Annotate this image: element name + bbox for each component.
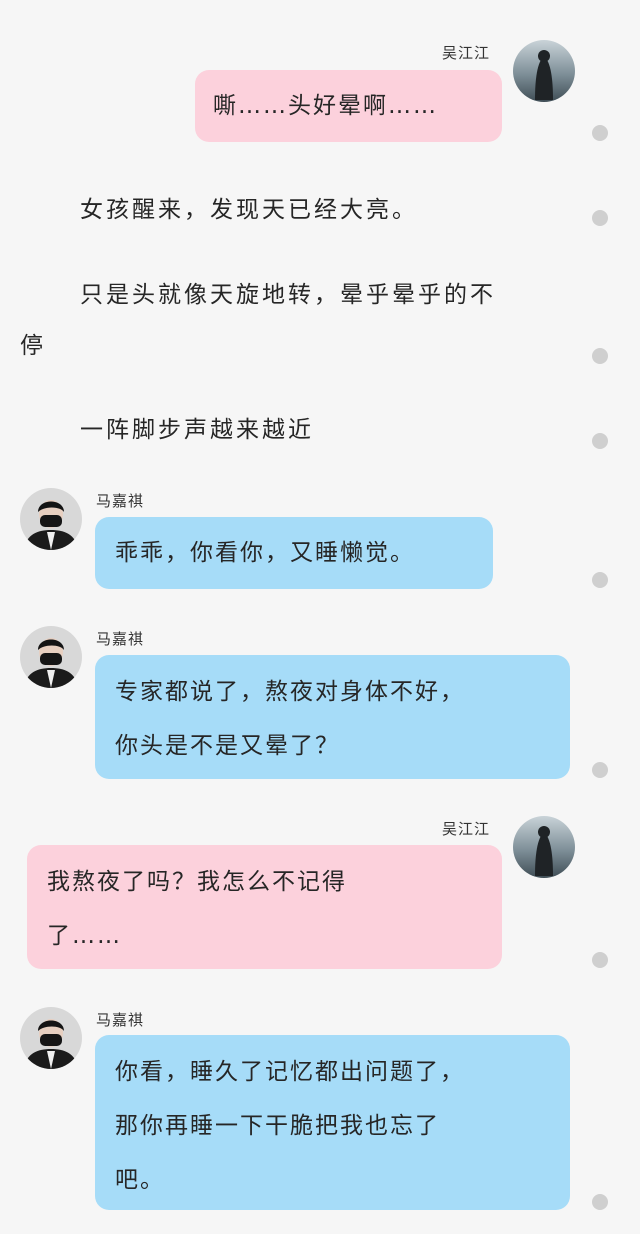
avatar[interactable] xyxy=(20,488,82,550)
message-text: 我熬夜了吗？我怎么不记得 xyxy=(47,869,347,895)
message-bubble[interactable]: 你看，睡久了记忆都出问题了， 那你再睡一下干脆把我也忘了 吧。 xyxy=(95,1035,570,1210)
scroll-marker xyxy=(592,762,608,778)
message-text: 嘶……头好晕啊…… xyxy=(213,93,438,119)
avatar[interactable] xyxy=(513,40,575,102)
message-bubble[interactable]: 专家都说了，熬夜对身体不好， 你头是不是又晕了？ xyxy=(95,655,570,779)
avatar[interactable] xyxy=(513,816,575,878)
scroll-marker xyxy=(592,1194,608,1210)
narration-text: 停 xyxy=(20,333,46,359)
sender-name: 马嘉祺 xyxy=(96,492,145,510)
message-text: 你看，睡久了记忆都出问题了， xyxy=(115,1059,465,1085)
message-bubble[interactable]: 乖乖，你看你，又睡懒觉。 xyxy=(95,517,493,589)
message-text: 了…… xyxy=(47,923,122,949)
message-text: 专家都说了，熬夜对身体不好， xyxy=(115,679,465,705)
narration-text: 女孩醒来，发现天已经大亮。 xyxy=(80,197,418,223)
message-text: 那你再睡一下干脆把我也忘了 xyxy=(115,1113,440,1139)
message-text: 乖乖，你看你，又睡懒觉。 xyxy=(115,540,415,566)
avatar[interactable] xyxy=(20,1007,82,1069)
scroll-marker xyxy=(592,433,608,449)
narration-text: 一阵脚步声越来越近 xyxy=(80,417,314,443)
sender-name: 马嘉祺 xyxy=(96,630,145,648)
sender-name: 吴江江 xyxy=(442,820,491,838)
sender-name: 吴江江 xyxy=(442,44,491,62)
narration-text: 只是头就像天旋地转，晕乎晕乎的不 xyxy=(80,282,496,308)
scroll-marker xyxy=(592,125,608,141)
scroll-marker xyxy=(592,952,608,968)
scroll-marker xyxy=(592,348,608,364)
scroll-marker xyxy=(592,210,608,226)
sender-name: 马嘉祺 xyxy=(96,1011,145,1029)
scroll-marker xyxy=(592,572,608,588)
avatar[interactable] xyxy=(20,626,82,688)
message-text: 你头是不是又晕了？ xyxy=(115,733,340,759)
message-bubble[interactable]: 嘶……头好晕啊…… xyxy=(195,70,502,142)
message-bubble[interactable]: 我熬夜了吗？我怎么不记得 了…… xyxy=(27,845,502,969)
message-text: 吧。 xyxy=(115,1167,165,1193)
